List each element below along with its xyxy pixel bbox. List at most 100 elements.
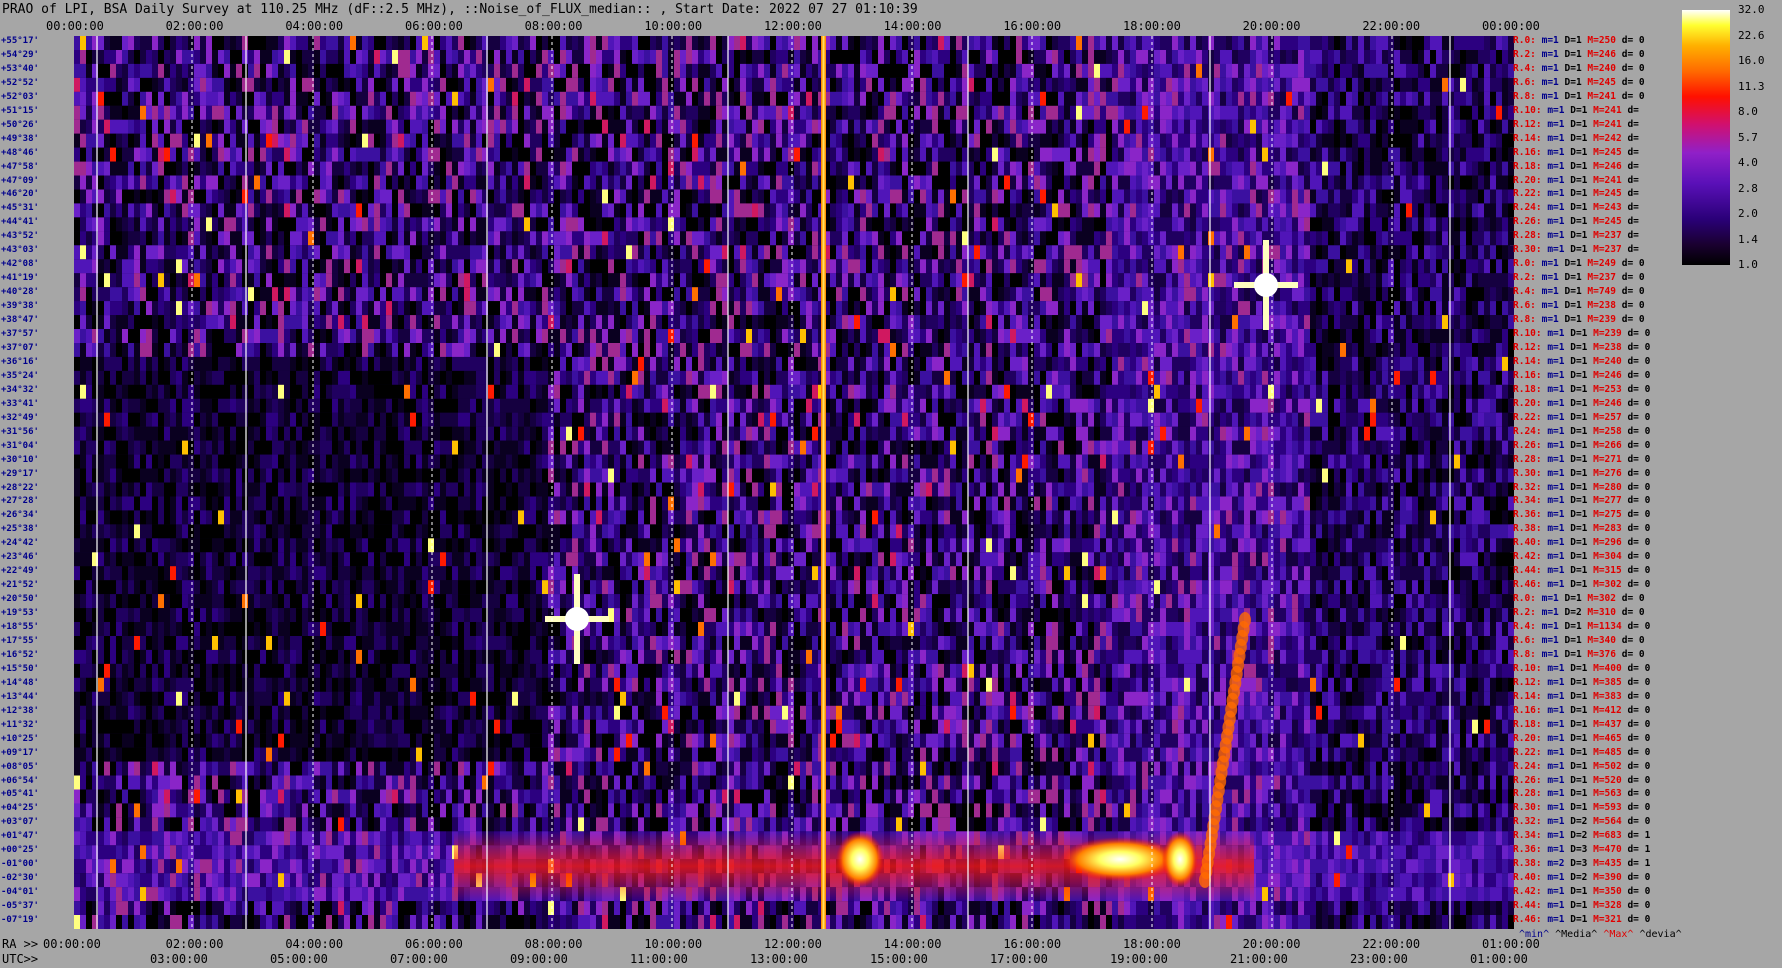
row-stat-field: M=245 bbox=[1593, 146, 1628, 158]
row-stat-field: M=276 bbox=[1593, 467, 1628, 479]
row-stat-field: M=502 bbox=[1593, 760, 1628, 772]
declination-label: +18°55' bbox=[1, 622, 39, 632]
heatmap-row bbox=[74, 63, 1514, 78]
row-stat-field: M=241 bbox=[1593, 118, 1628, 130]
row-stat: R.24: m=1 D=1 M=258 d= 0 bbox=[1513, 425, 1650, 437]
row-stat-field: M=258 bbox=[1593, 425, 1628, 437]
row-stat-field: d= 0 bbox=[1627, 551, 1651, 563]
declination-label: +06°54' bbox=[1, 776, 39, 786]
row-stat-field: D=1 bbox=[1570, 188, 1594, 200]
row-stat-field: R.26: bbox=[1513, 216, 1548, 228]
colorbar-tick: 8.0 bbox=[1738, 105, 1758, 118]
legend-min: ^min^ bbox=[1519, 929, 1550, 940]
utc-tick-label: 09:00:00 bbox=[510, 952, 568, 966]
row-stat-field: m=1 bbox=[1547, 676, 1571, 688]
row-stat: R.0: m=1 D=1 M=249 d= 0 bbox=[1513, 259, 1645, 269]
row-stat-field: D=1 bbox=[1570, 244, 1594, 256]
row-stat: R.22: m=1 D=1 M=245 d= bbox=[1513, 189, 1639, 199]
row-stat-field: R.42: bbox=[1513, 551, 1548, 563]
row-stat-field: R.24: bbox=[1513, 425, 1548, 437]
colorbar-tick: 4.0 bbox=[1738, 156, 1758, 169]
declination-label: +20°50' bbox=[1, 594, 39, 604]
row-stat-field: d= 0 bbox=[1621, 90, 1645, 102]
row-stat-field: m=1 bbox=[1547, 788, 1571, 800]
row-stat: R.22: m=1 D=1 M=257 d= 0 bbox=[1513, 411, 1650, 423]
row-stat-field: R.28: bbox=[1513, 230, 1548, 242]
top-tick-label: 20:00:00 bbox=[1242, 19, 1301, 33]
row-stat-field: D=1 bbox=[1564, 286, 1588, 298]
row-stat: R.20: m=1 D=1 M=241 d= bbox=[1513, 174, 1639, 186]
row-stat: R.4: m=1 D=1 M=1134 d= 0 bbox=[1513, 622, 1650, 632]
declination-value: +23°46' bbox=[1, 552, 39, 563]
heatmap-row bbox=[74, 343, 1514, 357]
row-stat-field: d= 0 bbox=[1621, 607, 1645, 619]
row-stat: R.28: m=1 D=1 M=271 d= 0 bbox=[1513, 453, 1650, 465]
row-stat-field: d= 1 bbox=[1627, 858, 1651, 870]
row-stat-field: m=1 bbox=[1547, 160, 1571, 172]
declination-label: +50°26' bbox=[1, 120, 39, 130]
top-tick-label: 06:00:00 bbox=[405, 19, 463, 33]
declination-label: -01°00' bbox=[1, 859, 39, 869]
row-stat-field: m=1 bbox=[1547, 551, 1571, 563]
row-stat: R.40: m=1 D=1 M=296 d= 0 bbox=[1513, 538, 1650, 548]
row-stat: R.10: m=1 D=1 M=400 d= 0 bbox=[1513, 663, 1650, 674]
row-stat: R.12: m=1 D=1 M=241 d= bbox=[1513, 118, 1639, 130]
row-stat-field: R.28: bbox=[1513, 453, 1548, 465]
row-stat-field: M=376 bbox=[1587, 648, 1622, 660]
row-stat: R.2: m=1 D=1 M=237 d= 0 bbox=[1513, 273, 1645, 283]
row-stat-field: D=1 bbox=[1564, 593, 1588, 605]
row-stat-field: D=1 bbox=[1570, 216, 1594, 228]
declination-value: +29°17' bbox=[1, 468, 39, 479]
heatmap-row bbox=[74, 803, 1514, 818]
row-stat-field: m=1 bbox=[1547, 411, 1571, 423]
declination-value: +20°50' bbox=[1, 594, 39, 605]
row-stat-field: D=1 bbox=[1570, 676, 1594, 688]
row-stat-field: D=1 bbox=[1570, 174, 1594, 186]
row-stat-field: R.24: bbox=[1513, 760, 1548, 772]
declination-label: +30°10' bbox=[1, 455, 39, 465]
heatmap-row bbox=[74, 636, 1514, 650]
row-stat-field: D=1 bbox=[1570, 328, 1594, 340]
ra-tick-label: 20:00:00 bbox=[1242, 937, 1301, 951]
row-stat-field: d= bbox=[1627, 188, 1639, 200]
declination-label: +38°47' bbox=[1, 315, 39, 325]
declination-label: +26°34' bbox=[1, 510, 39, 520]
declination-label: +08°05' bbox=[1, 762, 39, 772]
row-stat-field: m=1 bbox=[1547, 718, 1571, 730]
row-stat-field: m=1 bbox=[1541, 48, 1565, 60]
row-stat-field: M=315 bbox=[1593, 565, 1628, 577]
row-stat-field: R.20: bbox=[1513, 397, 1548, 409]
heatmap-row bbox=[74, 649, 1514, 664]
row-stat: R.18: m=1 D=1 M=253 d= 0 bbox=[1513, 384, 1650, 395]
row-stat: R.34: m=1 D=2 M=683 d= 1 bbox=[1513, 831, 1650, 841]
row-stat-field: d= bbox=[1627, 104, 1639, 116]
declination-label: +34°32' bbox=[1, 385, 39, 395]
row-stat-field: d= 0 bbox=[1627, 746, 1651, 758]
row-stat: R.14: m=1 D=1 M=383 d= 0 bbox=[1513, 691, 1650, 702]
row-stat: R.38: m=2 D=3 M=435 d= 1 bbox=[1513, 859, 1650, 869]
row-stat-field: D=2 bbox=[1564, 607, 1588, 619]
row-stat: R.30: m=1 D=1 M=593 d= 0 bbox=[1513, 803, 1650, 813]
row-stat-field: M=520 bbox=[1593, 774, 1628, 786]
row-stat-field: D=1 bbox=[1570, 369, 1594, 381]
row-stat-field: m=1 bbox=[1541, 634, 1565, 646]
row-stat-field: M=246 bbox=[1593, 160, 1628, 172]
declination-label: +52°03' bbox=[1, 92, 39, 102]
row-stat-field: m=1 bbox=[1547, 216, 1571, 228]
declination-label: +37°07' bbox=[1, 343, 39, 353]
row-stat: R.24: m=1 D=1 M=243 d= bbox=[1513, 203, 1639, 213]
row-stat-field: d= bbox=[1627, 174, 1639, 186]
row-stat-field: m=1 bbox=[1547, 816, 1571, 828]
colorbar-tick: 32.0 bbox=[1738, 3, 1765, 16]
row-stat: R.0: m=1 D=1 M=250 d= 0 bbox=[1513, 36, 1645, 46]
declination-label: +25°38' bbox=[1, 524, 39, 534]
row-stat-field: M=283 bbox=[1593, 523, 1628, 535]
ra-tick-label: 00:00:00 bbox=[43, 937, 101, 951]
row-stat-field: R.22: bbox=[1513, 188, 1548, 200]
declination-label: +12°38' bbox=[1, 706, 39, 716]
declination-value: +37°07' bbox=[1, 342, 39, 353]
heatmap-row bbox=[74, 580, 1514, 595]
row-stat-field: D=1 bbox=[1570, 704, 1594, 716]
row-stat-field: M=564 bbox=[1593, 816, 1628, 828]
declination-value: +50°26' bbox=[1, 119, 39, 130]
